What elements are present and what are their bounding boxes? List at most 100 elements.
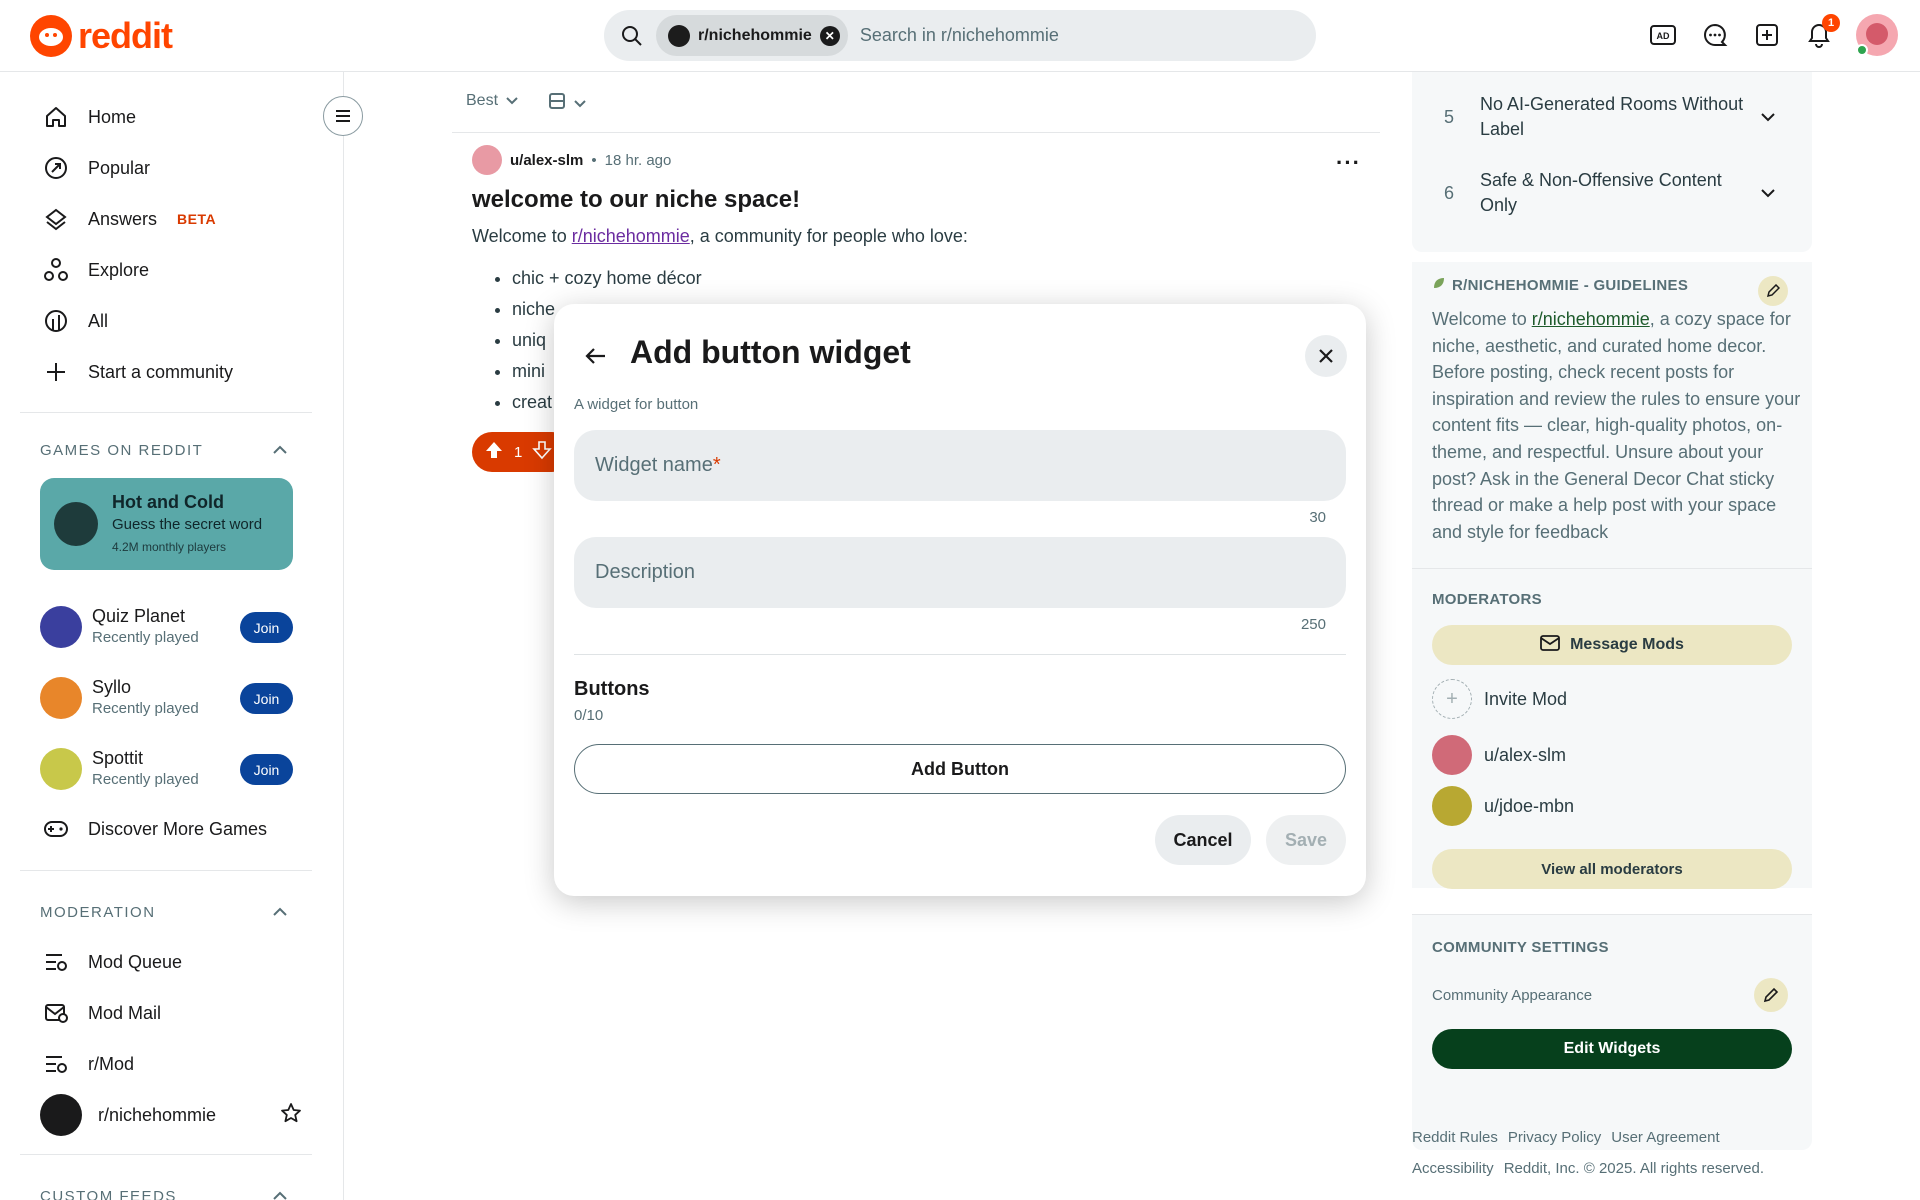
upvote-icon[interactable] <box>484 440 504 464</box>
nav-answers[interactable]: Answers BETA <box>40 194 310 244</box>
add-button-button[interactable]: Add Button <box>574 744 1346 794</box>
collapse-sidebar-button[interactable] <box>323 96 363 136</box>
left-sidebar: Home Popular Answers BETA Explore All St… <box>0 72 344 1200</box>
feed-divider <box>452 132 1380 133</box>
nav-label: Start a community <box>88 361 234 382</box>
chevron-up-icon[interactable] <box>268 900 292 924</box>
downvote-icon[interactable] <box>532 440 553 464</box>
invite-mod-row[interactable]: + Invite Mod <box>1432 677 1567 721</box>
chevron-up-icon[interactable] <box>268 438 292 462</box>
modal-title: Add button widget <box>630 334 911 370</box>
chat-icon[interactable] <box>1696 12 1734 58</box>
rule-text: No AI-Generated Rooms Without Label <box>1480 94 1744 139</box>
custom-feeds-section-title: CUSTOM FEEDS <box>40 1188 177 1200</box>
nav-start-community[interactable]: Start a community <box>40 347 310 397</box>
modal-subtitle: A widget for button <box>574 396 699 413</box>
nav-discover-games[interactable]: Discover More Games <box>40 804 310 854</box>
r-mod-icon <box>40 1048 72 1080</box>
footer-link[interactable]: Reddit Rules <box>1412 1129 1498 1146</box>
moderator-row[interactable]: u/jdoe-mbn <box>1432 784 1574 828</box>
moderator-row[interactable]: u/alex-slm <box>1432 733 1566 777</box>
description-field[interactable]: Description <box>574 537 1346 608</box>
view-all-moderators-button[interactable]: View all moderators <box>1432 849 1792 889</box>
edit-appearance-button[interactable] <box>1754 978 1788 1012</box>
nav-all[interactable]: All <box>40 296 310 346</box>
sidebar-divider <box>20 870 312 871</box>
cancel-button[interactable]: Cancel <box>1155 815 1251 865</box>
games-section-title: GAMES ON REDDIT <box>40 442 204 459</box>
nav-explore[interactable]: Explore <box>40 245 310 295</box>
join-button[interactable]: Join <box>240 612 293 643</box>
guidelines-community-link[interactable]: r/nichehommie <box>1532 309 1650 329</box>
buttons-count: 0/10 <box>574 707 604 724</box>
mod-queue-icon <box>40 946 72 978</box>
join-button[interactable]: Join <box>240 683 293 714</box>
footer-link[interactable]: Privacy Policy <box>1508 1129 1601 1146</box>
footer-links-row-2: Accessibility Reddit, Inc. © 2025. All r… <box>1412 1160 1764 1177</box>
chevron-up-icon[interactable] <box>268 1184 292 1200</box>
nav-popular[interactable]: Popular <box>40 143 310 193</box>
back-button[interactable] <box>576 336 616 376</box>
community-avatar <box>40 1094 82 1136</box>
guidelines-after: , a cozy space for niche, aesthetic, and… <box>1432 309 1801 542</box>
footer-link[interactable]: User Agreement <box>1611 1129 1719 1146</box>
right-column: 5 No AI-Generated Rooms Without Label 6 … <box>1412 72 1812 1200</box>
spottit-icon <box>40 748 82 790</box>
create-post-icon[interactable] <box>1748 12 1786 58</box>
game-row[interactable]: Spottit Recently played Join <box>40 744 293 794</box>
guidelines-title-text: R/NICHEHOMMIE - GUIDELINES <box>1452 276 1689 294</box>
featured-game-card[interactable]: Hot and Cold Guess the secret word 4.2M … <box>40 478 293 570</box>
mod-mail-icon <box>40 997 72 1029</box>
home-icon <box>40 101 72 133</box>
more-options-icon[interactable]: ··· <box>1336 150 1361 176</box>
widget-name-field[interactable]: Widget name * <box>574 430 1346 501</box>
post-author[interactable]: u/alex-slm <box>510 152 583 169</box>
join-button[interactable]: Join <box>240 754 293 785</box>
quiz-planet-icon <box>40 606 82 648</box>
search-community-chip[interactable]: r/nichehommie ✕ <box>656 15 848 56</box>
pencil-icon <box>1766 284 1780 298</box>
close-icon <box>1319 349 1333 363</box>
logo-text: reddit <box>78 15 173 56</box>
top-header: reddit r/nichehommie ✕ Search in r/niche… <box>0 0 1920 72</box>
notifications-icon[interactable]: 1 <box>1800 12 1840 58</box>
save-button[interactable]: Save <box>1266 815 1346 865</box>
nav-r-mod[interactable]: r/Mod <box>40 1039 310 1089</box>
message-mods-button[interactable]: Message Mods <box>1432 625 1792 665</box>
footer-links-row-1: Reddit Rules Privacy Policy User Agreeme… <box>1412 1129 1720 1146</box>
nav-label: Mod Queue <box>88 951 183 972</box>
moderators-card: MODERATORS Message Mods + Invite Mod u/a… <box>1412 568 1812 889</box>
advertise-icon[interactable]: AD <box>1644 12 1682 58</box>
game-row[interactable]: Quiz Planet Recently played Join <box>40 602 293 652</box>
nav-label: Mod Mail <box>88 1002 162 1023</box>
edit-guidelines-button[interactable] <box>1758 276 1788 306</box>
answers-icon <box>40 203 72 235</box>
post-author-avatar[interactable] <box>472 145 502 175</box>
nav-mod-mail[interactable]: Mod Mail <box>40 988 310 1038</box>
nav-r-nichehommie[interactable]: r/nichehommie <box>40 1090 302 1140</box>
community-link[interactable]: r/nichehommie <box>572 226 690 246</box>
mail-icon <box>1540 634 1560 656</box>
guidelines-text: Welcome to r/nichehommie, a cozy space f… <box>1432 306 1804 545</box>
clear-chip-icon[interactable]: ✕ <box>819 25 840 46</box>
reddit-logo[interactable]: reddit <box>30 15 173 57</box>
game-status: Recently played <box>92 700 199 717</box>
edit-widgets-button[interactable]: Edit Widgets <box>1432 1029 1792 1069</box>
rule-row[interactable]: 6 Safe & Non-Offensive Content Only <box>1432 158 1792 228</box>
game-row[interactable]: Syllo Recently played Join <box>40 673 293 723</box>
nav-mod-queue[interactable]: Mod Queue <box>40 937 310 987</box>
rule-row[interactable]: 5 No AI-Generated Rooms Without Label <box>1432 82 1792 152</box>
close-button[interactable] <box>1305 335 1347 377</box>
nav-home[interactable]: Home <box>40 92 310 142</box>
sort-dropdown[interactable]: Best <box>466 92 518 110</box>
footer-link[interactable]: Accessibility <box>1412 1160 1494 1177</box>
notification-badge: 1 <box>1822 14 1840 32</box>
search-bar[interactable]: r/nichehommie ✕ Search in r/nichehommie <box>604 10 1316 61</box>
view-toggle[interactable] <box>548 92 586 115</box>
post-title[interactable]: welcome to our niche space! <box>472 186 800 214</box>
copyright: Reddit, Inc. © 2025. All rights reserved… <box>1503 1160 1765 1177</box>
search-input[interactable]: Search in r/nichehommie <box>860 25 1059 46</box>
star-icon[interactable] <box>280 1102 302 1129</box>
featured-game-title: Hot and Cold <box>112 492 224 512</box>
invite-mod-label: Invite Mod <box>1484 688 1568 709</box>
